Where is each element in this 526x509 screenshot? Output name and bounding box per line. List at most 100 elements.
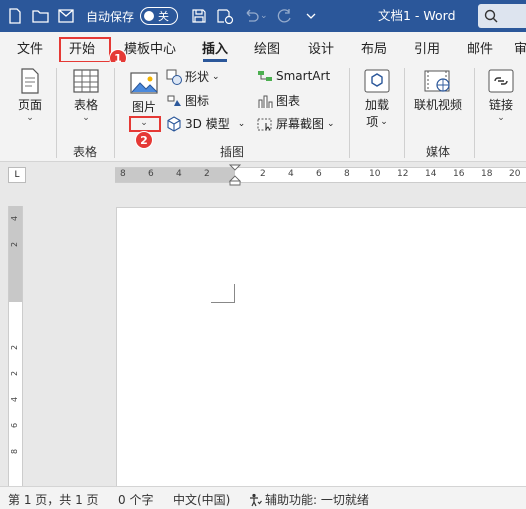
chevron-down-icon: ⌄	[327, 118, 335, 129]
tab-file[interactable]: 文件	[17, 38, 43, 57]
word-count[interactable]: 0 个字	[118, 491, 153, 508]
tab-review[interactable]: 审	[514, 38, 526, 57]
group-label-media: 媒体	[426, 145, 451, 159]
online-video-icon	[424, 70, 450, 92]
title-bar: 自动保存 关 ⌄ 文档1 - Word	[0, 0, 526, 32]
file-icon[interactable]	[2, 0, 28, 32]
chart-button[interactable]: 图表	[257, 92, 300, 109]
customize-chevron-icon[interactable]	[298, 0, 324, 32]
picture-icon	[130, 72, 158, 94]
ruler-number: 10	[369, 169, 381, 179]
table-button[interactable]: 表格 ⌄	[68, 68, 104, 123]
separator	[474, 68, 475, 158]
addins-label-line2: 项 ⌄	[366, 113, 388, 130]
addins-icon	[364, 69, 390, 93]
chart-label: 图表	[276, 94, 301, 108]
highlight-box-pictures-dropdown	[129, 116, 161, 132]
autosave-toggle[interactable]: 关	[140, 7, 179, 25]
ruler-number: 2	[10, 241, 20, 248]
ruler-number: 20	[509, 169, 521, 179]
save-icon[interactable]	[186, 0, 212, 32]
addins-label: 加载	[364, 98, 389, 112]
pages-button[interactable]: 页面 ⌄	[12, 68, 48, 123]
smartart-button[interactable]: SmartArt	[257, 68, 330, 84]
vertical-ruler[interactable]: 4 2 2 2 4 6 8	[8, 206, 23, 486]
search-icon	[484, 9, 498, 23]
ruler-number: 8	[344, 169, 350, 179]
tab-selector[interactable]: L	[8, 167, 26, 183]
accessibility-status[interactable]: 辅助功能: 一切就绪	[248, 491, 369, 508]
redo-icon[interactable]	[272, 0, 298, 32]
document-page[interactable]	[116, 207, 526, 486]
ruler-number: 4	[288, 169, 294, 179]
icons-button[interactable]: 图标	[166, 92, 209, 109]
horizontal-ruler[interactable]: 8 6 4 2 2 4 6 8 10 12 14 16 18 20	[115, 164, 526, 186]
separator	[349, 68, 350, 158]
tab-draw[interactable]: 绘图	[254, 38, 280, 57]
indent-marker-icon[interactable]	[229, 164, 241, 186]
addins-button[interactable]: 加载 项 ⌄	[360, 68, 394, 130]
separator	[404, 68, 405, 158]
tab-template-center[interactable]: 模板中心	[124, 38, 176, 57]
separator	[56, 68, 57, 158]
smartart-label: SmartArt	[276, 69, 331, 83]
ruler-number: 8	[10, 448, 20, 455]
tab-references[interactable]: 引用	[414, 38, 440, 57]
group-label-illustrations: 插图	[220, 145, 245, 159]
ruler-number: 12	[397, 169, 409, 179]
chevron-down-icon: ⌄	[212, 71, 220, 82]
tab-layout[interactable]: 布局	[361, 38, 387, 57]
ruler-number: 18	[481, 169, 493, 179]
accessibility-icon	[250, 493, 262, 506]
language[interactable]: 中文(中国)	[173, 491, 230, 508]
autosave-label: 自动保存	[86, 9, 135, 24]
tab-design[interactable]: 设计	[308, 38, 334, 57]
3d-model-label: 3D 模型	[185, 117, 230, 131]
page-icon	[21, 68, 39, 94]
status-bar: 第 1 页，共 1 页 0 个字 中文(中国) 辅助功能: 一切就绪	[0, 486, 526, 509]
online-video-button[interactable]: 联机视频	[412, 68, 464, 113]
toggle-knob	[144, 11, 155, 21]
ruler-number: 2	[260, 169, 266, 179]
ruler-number: 16	[453, 169, 465, 179]
ruler-number: 2	[204, 169, 210, 179]
3d-model-button[interactable]: 3D 模型 ⌄	[166, 115, 245, 132]
send-icon[interactable]	[54, 0, 80, 32]
group-label-table: 表格	[73, 145, 98, 159]
cube-icon	[167, 115, 181, 132]
screenshot-button[interactable]: 屏幕截图 ⌄	[257, 115, 335, 132]
margin-corner-mark	[211, 284, 235, 303]
icons-label: 图标	[185, 94, 210, 108]
link-label: 链接	[488, 98, 513, 112]
chevron-down-icon: ⌄	[497, 113, 505, 123]
ruler-number: 2	[10, 344, 20, 351]
undo-chevron-icon[interactable]: ⌄	[260, 11, 268, 21]
ruler-number: 2	[10, 370, 20, 377]
icons-icon	[167, 95, 181, 106]
ruler-number: 8	[120, 169, 126, 179]
shapes-button[interactable]: 形状 ⌄	[166, 68, 220, 85]
page-count[interactable]: 第 1 页，共 1 页	[8, 491, 99, 508]
autosave-state: 关	[158, 10, 170, 23]
ruler-number: 4	[10, 215, 20, 222]
search-box[interactable]	[478, 4, 526, 28]
pictures-label: 图片	[131, 100, 156, 114]
pages-label: 页面	[17, 98, 42, 112]
ruler-number: 14	[425, 169, 437, 179]
chevron-down-icon: ⌄	[237, 118, 246, 129]
ruler-number: 6	[316, 169, 322, 179]
step-badge-2: 2	[135, 131, 153, 149]
highlight-box-home	[59, 37, 111, 63]
ruler-number: 6	[148, 169, 154, 179]
link-button[interactable]: 链接 ⌄	[484, 68, 518, 123]
tab-insert[interactable]: 插入	[202, 38, 228, 57]
screenshot-label: 屏幕截图	[276, 117, 325, 131]
ruler-number: 6	[10, 422, 20, 429]
shapes-icon	[166, 69, 182, 85]
table-icon	[73, 69, 99, 93]
save-refresh-icon[interactable]	[212, 0, 238, 32]
accessibility-text: 辅助功能: 一切就绪	[265, 493, 369, 507]
tab-mailings[interactable]: 邮件	[467, 38, 493, 57]
chevron-down-icon: ⌄	[82, 113, 90, 123]
open-folder-icon[interactable]	[28, 0, 54, 32]
